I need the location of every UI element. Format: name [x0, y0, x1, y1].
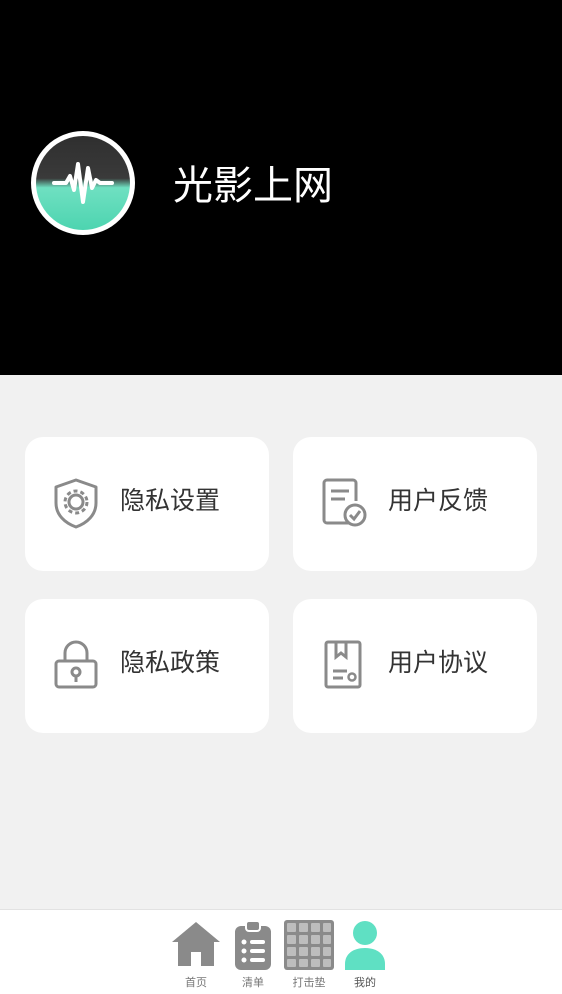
tab-list-label: 清单 — [242, 976, 264, 989]
privacy-policy-card[interactable]: 隐私政策 — [25, 599, 269, 733]
tab-mine[interactable]: 我的 — [335, 918, 395, 990]
waveform-logo-icon — [36, 136, 130, 230]
bottom-tab-bar: 首页 清单 打击垫 我的 — [0, 909, 562, 994]
privacy-settings-card[interactable]: 隐私设置 — [25, 437, 269, 571]
app-logo — [31, 131, 135, 235]
home-icon — [172, 922, 220, 966]
shield-gear-icon — [54, 478, 98, 529]
padlock-icon — [54, 640, 98, 689]
privacy-settings-label: 隐私设置 — [120, 486, 221, 515]
user-feedback-card[interactable]: 用户反馈 — [293, 437, 537, 571]
app-name: 光影上网 — [173, 163, 333, 209]
privacy-policy-label: 隐私政策 — [120, 648, 221, 677]
document-check-icon — [322, 478, 367, 527]
user-agreement-card[interactable]: 用户协议 — [293, 599, 537, 733]
profile-header: 光影上网 — [0, 0, 562, 375]
tab-home-label: 首页 — [185, 976, 207, 989]
tab-home[interactable]: 首页 — [166, 918, 226, 990]
user-agreement-label: 用户协议 — [388, 648, 489, 677]
bookmark-document-icon — [324, 640, 362, 689]
user-feedback-label: 用户反馈 — [388, 486, 489, 515]
pad-grid-icon — [284, 920, 334, 970]
person-icon — [345, 921, 385, 970]
tab-mine-label: 我的 — [354, 976, 376, 989]
tab-pad-label: 打击垫 — [292, 976, 326, 989]
clipboard-list-icon — [235, 920, 271, 970]
tab-pad[interactable]: 打击垫 — [279, 918, 339, 990]
tab-list[interactable]: 清单 — [223, 918, 283, 990]
